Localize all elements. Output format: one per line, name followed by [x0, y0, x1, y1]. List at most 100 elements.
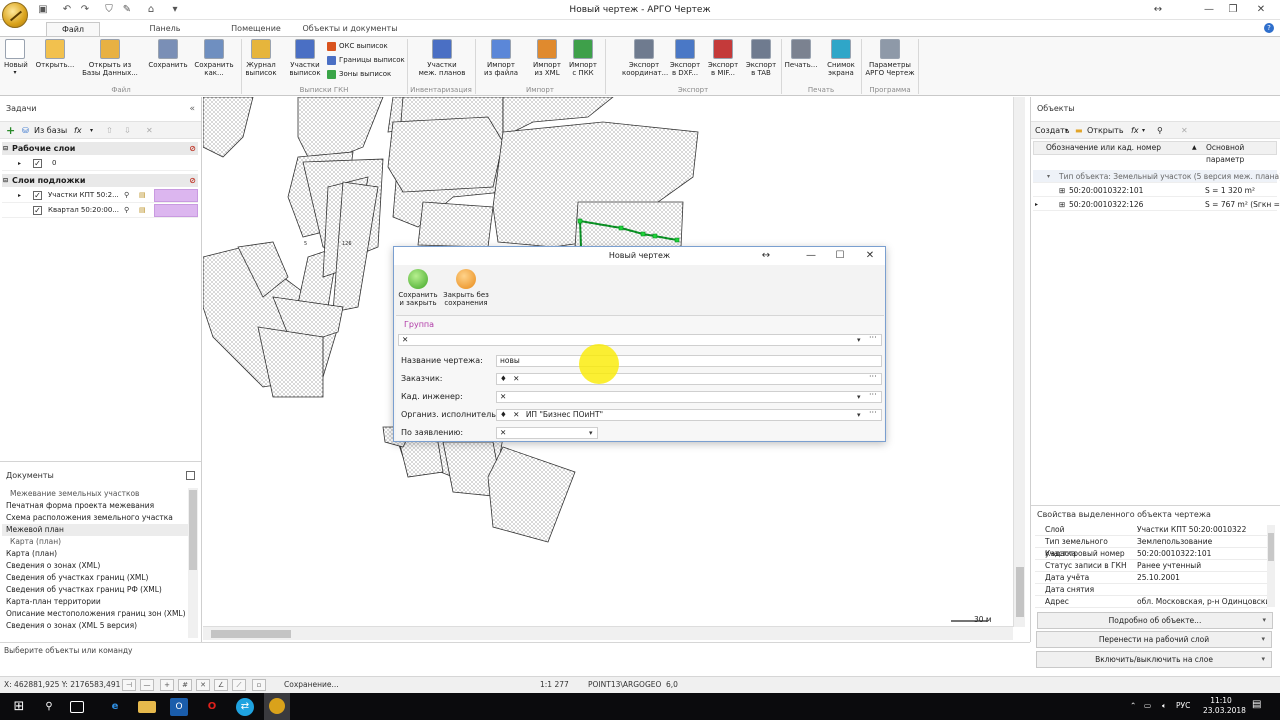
help-icon[interactable]: ? [1264, 23, 1274, 33]
group-field[interactable]: ✕ ▾ ··· [398, 333, 882, 346]
ribbon-button[interactable]: Экспорт в TAB [744, 39, 778, 77]
ribbon-button[interactable]: Сохранить как... [194, 39, 234, 77]
property-row[interactable]: Тип земельного участка Землепользование [1035, 536, 1267, 558]
network-icon[interactable]: ▭ [1144, 701, 1151, 710]
folder-icon[interactable]: ▬ [1075, 124, 1083, 138]
open-button[interactable]: Открыть [1087, 124, 1124, 138]
clear-icon[interactable]: ✕ [513, 374, 519, 383]
underlay-layers-group[interactable]: Слои подложки ⊘ ⊟ [2, 174, 198, 187]
close-without-saving-button[interactable]: Закрыть без сохранения [442, 269, 490, 307]
document-item[interactable]: Карта-план территории [2, 596, 188, 608]
dropdown-icon[interactable]: ▾ [857, 335, 861, 345]
tab-room[interactable]: Помещение [230, 22, 282, 36]
properties-scrollbar[interactable] [1267, 525, 1275, 607]
command-bar[interactable]: Выберите объекты или команду [0, 642, 1030, 676]
document-section-header[interactable]: Межевание земельных участков [2, 488, 188, 500]
delete-object-icon[interactable]: ✕ [1181, 124, 1188, 138]
snap-line-icon[interactable]: — [140, 679, 154, 691]
ribbon-button[interactable]: Журнал выписок [244, 39, 278, 77]
coordinate-system[interactable]: POINT13\ARGOGEO [588, 677, 661, 693]
drawing-name-input[interactable]: новы [496, 355, 882, 367]
documents-toggle-icon[interactable] [186, 471, 195, 480]
expand-icon[interactable]: ▸ [18, 156, 21, 171]
binoculars-icon[interactable]: ⚲ [124, 203, 129, 218]
document-item[interactable]: Сведения о зонах (XML 5 версия) [2, 620, 188, 632]
ribbon-button[interactable]: Экспорт в DXF... [668, 39, 702, 77]
expand-icon[interactable]: ⊞ [1059, 184, 1065, 197]
documents-scroll-thumb[interactable] [189, 490, 197, 570]
layer-color-swatch[interactable] [154, 204, 198, 217]
language-indicator[interactable]: РУС [1176, 701, 1190, 710]
collapse-group-icon[interactable]: ⊟ [3, 142, 8, 155]
snap-vertex-icon[interactable]: + [160, 679, 174, 691]
cadastral-engineer-field[interactable]: ✕ ▾ ··· [496, 390, 882, 403]
ribbon-button[interactable]: Снимок экрана [824, 39, 858, 77]
expand-icon[interactable]: ⊞ [1059, 198, 1065, 211]
ribbon-small-button[interactable]: ОКС выписок [327, 40, 388, 52]
map-vertical-scrollbar[interactable] [1013, 97, 1025, 627]
create-dropdown-icon[interactable]: ▾ [1065, 124, 1068, 138]
move-down-icon[interactable]: ⇩ [124, 124, 131, 138]
from-db-button[interactable]: Из базы [34, 124, 67, 138]
clear-icon[interactable]: ✕ [513, 410, 519, 419]
ribbon-small-button[interactable]: Границы выписок [327, 54, 405, 66]
document-item[interactable]: Сведения о зонах (XML) [2, 560, 188, 572]
dropdown-icon[interactable]: ▾ [589, 428, 593, 438]
task-view-icon[interactable] [70, 701, 84, 713]
windows-start-icon[interactable]: ⊞ [10, 698, 28, 716]
collapse-group-icon[interactable]: ⊟ [3, 174, 8, 187]
layer-checkbox[interactable]: ✓ [33, 191, 42, 200]
ribbon-button[interactable]: Экспорт координат... [622, 39, 668, 77]
argo-taskbar-button[interactable] [264, 693, 290, 720]
edge-icon[interactable]: e [106, 698, 124, 716]
dialog-maximize-button[interactable]: ☐ [828, 248, 852, 264]
teamviewer-icon[interactable]: ⇄ [236, 698, 254, 716]
ribbon-small-button[interactable]: Зоны выписок [327, 68, 391, 80]
document-item[interactable]: Межевой план [2, 524, 188, 536]
document-item[interactable]: Печатная форма проекта межевания [2, 500, 188, 512]
sort-icon[interactable]: ▲ [1192, 142, 1197, 154]
property-row[interactable]: Дата учёта 25.10.2001 [1035, 572, 1267, 584]
fx-dropdown-icon[interactable]: ▾ [90, 124, 93, 138]
h-scroll-thumb[interactable] [211, 630, 291, 638]
ribbon-button[interactable]: Открыть из Базы Данных... [82, 39, 138, 77]
fx-button[interactable]: fx [1131, 124, 1139, 138]
toggle-on-layer-button[interactable]: Включить/выключить на слое ▾ [1036, 651, 1272, 668]
object-row[interactable]: ⊞ 50:20:0010322:101 S = 1 320 m² [1033, 184, 1277, 197]
snap-diagonal-icon[interactable]: ⟋ [232, 679, 246, 691]
layer-checkbox[interactable]: ✓ [33, 159, 42, 168]
move-to-working-layer-button[interactable]: Перенести на рабочий слой ▾ [1036, 631, 1272, 648]
layer-checkbox[interactable]: ✓ [33, 206, 42, 215]
ribbon-button[interactable]: Параметры АРГО Чертеж [864, 39, 916, 77]
ribbon-button[interactable]: Импорт из XML [528, 39, 566, 77]
snap-cross-icon[interactable]: ✕ [196, 679, 210, 691]
ribbon-button[interactable]: Импорт из файла [482, 39, 520, 77]
ellipsis-button[interactable]: ··· [869, 372, 877, 382]
ribbon-button[interactable]: Импорт с ПКК [566, 39, 600, 77]
underlay-layer-row[interactable]: ✓ Квартал 50:20:00... ⚲ ▤ [2, 203, 198, 218]
visibility-off-icon[interactable]: ⊘ [189, 174, 196, 187]
add-layer-icon[interactable]: + [6, 124, 15, 138]
working-layers-group[interactable]: Рабочие слои ⊘ ⊟ [2, 142, 198, 155]
clear-icon[interactable]: ✕ [402, 335, 408, 344]
ellipsis-button[interactable]: ··· [869, 333, 877, 343]
add-icon[interactable]: ♦ [500, 410, 507, 419]
property-row[interactable]: Кадастровый номер 50:20:0010322:101 [1035, 548, 1267, 560]
tray-chevron-icon[interactable]: ⌃ [1130, 701, 1136, 710]
snap-box-icon[interactable]: ▫ [252, 679, 266, 691]
object-details-button[interactable]: Подробно об объекте... ▾ [1037, 612, 1273, 629]
ribbon-button[interactable]: Открыть... [34, 39, 76, 69]
zoom-icon[interactable]: ⚲ [1157, 124, 1163, 138]
group-row[interactable]: ▾ Тип объекта: Земельный участок (5 верс… [1033, 170, 1280, 183]
document-item[interactable]: Схема расположения земельного участка [2, 512, 188, 524]
delete-layer-icon[interactable]: ✕ [146, 124, 153, 138]
fx-button[interactable]: fx [74, 124, 82, 138]
document-section-header[interactable]: Карта (план) [2, 536, 188, 548]
clear-icon[interactable]: ✕ [500, 428, 506, 437]
document-item[interactable]: Карта (план) [2, 548, 188, 560]
layer-style-icon[interactable]: ▤ [139, 188, 146, 203]
collapse-icon[interactable]: ▾ [1047, 170, 1050, 183]
ellipsis-button[interactable]: ··· [869, 390, 877, 400]
property-row[interactable]: Адрес обл. Московская, р-н Одинцовский, д… [1035, 596, 1267, 608]
collapse-left-icon[interactable]: « [189, 101, 195, 117]
